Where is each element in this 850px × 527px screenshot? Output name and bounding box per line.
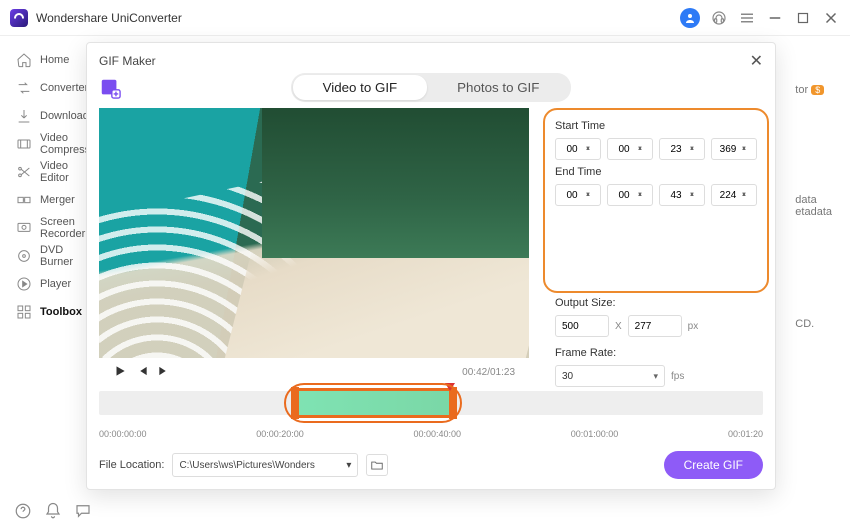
converter-icon [16, 80, 32, 96]
sidebar-item-video-compressor[interactable]: Video Compressor [16, 130, 80, 158]
sidebar-item-label: Home [40, 54, 69, 66]
home-icon [16, 52, 32, 68]
sidebar-item-video-editor[interactable]: Video Editor [16, 158, 80, 186]
titlebar: Wondershare UniConverter [0, 0, 850, 36]
start-seconds[interactable]: ▲▼ [659, 138, 705, 160]
main-area: tor $ data etadata CD. GIF Maker ✕ Video… [80, 36, 850, 495]
sidebar-item-label: DVD Burner [40, 244, 80, 268]
file-location-label: File Location: [99, 459, 164, 471]
end-millis[interactable]: ▲▼ [711, 184, 757, 206]
sidebar-item-toolbox[interactable]: Toolbox [16, 298, 80, 326]
frame-rate-select[interactable]: 30▾ [555, 365, 665, 387]
create-gif-button[interactable]: Create GIF [664, 451, 763, 479]
transport-bar: 00:42/01:23 [99, 358, 529, 387]
timeline-ticks: 00:00:00:00 00:00:20:00 00:00:40:00 00:0… [99, 429, 763, 439]
end-time-label: End Time [555, 166, 757, 178]
px-label: px [688, 321, 699, 332]
download-icon [16, 108, 32, 124]
output-size-label: Output Size: [555, 297, 757, 309]
file-location-select[interactable]: C:\Users\ws\Pictures\Wonders▾ [172, 453, 358, 477]
scissors-icon [16, 164, 32, 180]
fps-label: fps [671, 371, 684, 382]
time-range-panel: Start Time ▲▼ ▲▼ ▲▼ ▲▼ End Time ▲▼ ▲▼ ▲▼ [543, 108, 769, 293]
sidebar-item-label: Video Editor [40, 160, 80, 184]
account-icon[interactable] [680, 8, 700, 28]
end-seconds[interactable]: ▲▼ [659, 184, 705, 206]
tab-photos-to-gif[interactable]: Photos to GIF [427, 75, 569, 100]
maximize-button[interactable] [794, 9, 812, 27]
toolbox-icon [16, 304, 32, 320]
merger-icon [16, 192, 32, 208]
support-icon[interactable] [710, 9, 728, 27]
start-minutes[interactable]: ▲▼ [607, 138, 653, 160]
start-time-label: Start Time [555, 120, 757, 132]
playback-time: 00:42/01:23 [462, 367, 515, 378]
sidebar-item-label: Screen Recorder [40, 216, 85, 240]
compressor-icon [16, 136, 32, 152]
output-width[interactable] [555, 315, 609, 337]
sidebar-item-player[interactable]: Player [16, 270, 80, 298]
prev-frame-button[interactable] [135, 364, 149, 381]
sidebar-item-screen-recorder[interactable]: Screen Recorder [16, 214, 80, 242]
next-frame-button[interactable] [157, 364, 171, 381]
close-button[interactable] [822, 9, 840, 27]
output-height[interactable] [628, 315, 682, 337]
timeline-playhead[interactable] [445, 383, 455, 391]
start-hours[interactable]: ▲▼ [555, 138, 601, 160]
sidebar-item-label: Player [40, 278, 71, 290]
sidebar-item-merger[interactable]: Merger [16, 186, 80, 214]
x-label: X [615, 321, 622, 332]
menu-icon[interactable] [738, 9, 756, 27]
timeline-track[interactable] [99, 391, 763, 415]
timeline-selection[interactable] [294, 391, 454, 415]
dvd-icon [16, 248, 32, 264]
sidebar-item-converter[interactable]: Converter [16, 74, 80, 102]
timeline: 00:00:00:00 00:00:20:00 00:00:40:00 00:0… [99, 391, 763, 439]
start-millis[interactable]: ▲▼ [711, 138, 757, 160]
bell-icon[interactable] [44, 502, 62, 520]
sidebar-item-dvd-burner[interactable]: DVD Burner [16, 242, 80, 270]
tab-video-to-gif[interactable]: Video to GIF [293, 75, 428, 100]
dialog-title: GIF Maker [99, 54, 156, 68]
add-media-icon[interactable] [99, 77, 121, 99]
chevron-down-icon: ▾ [653, 371, 658, 382]
app-logo-icon [10, 9, 28, 27]
background-window-labels: tor $ data etadata CD. [795, 84, 832, 330]
sidebar-item-label: Toolbox [40, 306, 82, 318]
gif-maker-dialog: GIF Maker ✕ Video to GIF Photos to GIF [86, 42, 776, 490]
play-button[interactable] [113, 364, 127, 381]
end-minutes[interactable]: ▲▼ [607, 184, 653, 206]
sidebar-item-home[interactable]: Home [16, 46, 80, 74]
app-title: Wondershare UniConverter [36, 11, 182, 25]
play-icon [16, 276, 32, 292]
chevron-down-icon: ▾ [346, 460, 351, 471]
dialog-close-icon[interactable]: ✕ [750, 51, 763, 71]
mode-segment: Video to GIF Photos to GIF [291, 73, 572, 102]
sidebar-item-downloader[interactable]: Downloader [16, 102, 80, 130]
video-preview[interactable] [99, 108, 529, 358]
sidebar-item-label: Merger [40, 194, 75, 206]
end-hours[interactable]: ▲▼ [555, 184, 601, 206]
minimize-button[interactable] [766, 9, 784, 27]
open-folder-button[interactable] [366, 454, 388, 476]
recorder-icon [16, 220, 32, 236]
sidebar: Home Converter Downloader Video Compress… [0, 36, 80, 495]
feedback-icon[interactable] [74, 502, 92, 520]
help-icon[interactable] [14, 502, 32, 520]
statusbar [0, 495, 106, 527]
frame-rate-label: Frame Rate: [555, 347, 757, 359]
